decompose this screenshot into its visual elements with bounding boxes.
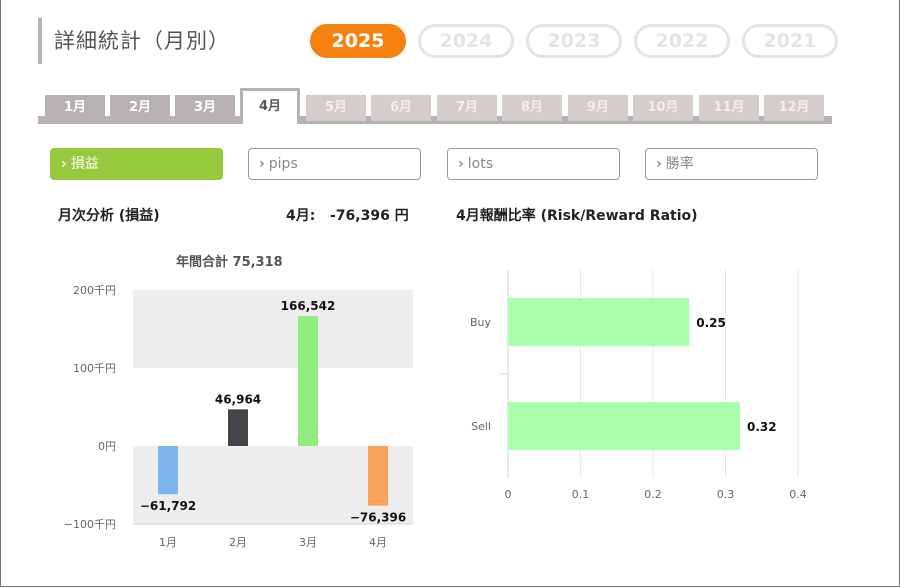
bar <box>228 409 248 446</box>
bar <box>508 402 740 450</box>
month-tab-2[interactable]: 2月 <box>110 95 170 121</box>
current-month-label: 4月: <box>286 208 316 224</box>
page-title-block: 詳細統計（月別） <box>38 18 230 64</box>
bar-value-label: 46,964 <box>215 392 261 406</box>
current-month-value: -76,396 円 <box>330 208 409 224</box>
metric-button-winrate[interactable]: › 勝率 <box>645 148 818 180</box>
bar-value-label: 0.25 <box>696 316 726 330</box>
bar <box>508 298 690 346</box>
metric-label: lots <box>467 156 494 172</box>
metric-button-profit[interactable]: › 損益 <box>50 148 223 180</box>
y-tick-label: Sell <box>471 420 491 433</box>
chevron-right-icon: › <box>61 156 67 172</box>
year-tab-2024[interactable]: 2024 <box>418 24 514 58</box>
x-tick-label: 0 <box>505 488 512 501</box>
y-tick-label: Buy <box>470 316 492 329</box>
year-selector: 2025 2024 2023 2022 2021 <box>310 24 838 58</box>
monthly-profit-chart: 200千円 100千円 0円 −100千円 −61,792 1月 46,964 2月 166,5… <box>64 284 413 549</box>
metric-button-lots[interactable]: › lots <box>447 148 620 180</box>
metric-button-pips[interactable]: › pips <box>248 148 421 180</box>
month-tab-6[interactable]: 6月 <box>371 95 431 121</box>
x-tick-label: 4月 <box>369 536 387 549</box>
month-tab-10[interactable]: 10月 <box>633 95 693 121</box>
month-tab-9[interactable]: 9月 <box>568 95 628 121</box>
bar <box>298 316 318 446</box>
chevron-right-icon: › <box>458 156 464 172</box>
bar-value-label: −76,396 <box>350 511 406 525</box>
month-tab-8[interactable]: 8月 <box>502 95 562 121</box>
month-tab-5[interactable]: 5月 <box>306 95 366 121</box>
annual-total: 年間合計 75,318 <box>176 255 283 270</box>
y-tick-label: −100千円 <box>64 518 116 531</box>
bar-value-label: 0.32 <box>747 420 777 434</box>
metric-label: pips <box>268 156 298 172</box>
rr-ratio-title: 4月報酬比率 (Risk/Reward Ratio) <box>456 208 698 224</box>
x-tick-label: 0.3 <box>717 488 735 501</box>
month-tab-7[interactable]: 7月 <box>437 95 497 121</box>
bar <box>368 446 388 506</box>
x-tick-label: 3月 <box>299 536 317 549</box>
year-tab-2023[interactable]: 2023 <box>526 24 622 58</box>
x-tick-label: 2月 <box>229 536 247 549</box>
risk-reward-chart: 0 0.1 0.2 0.3 0.4 0.25 Buy 0.32 Sell <box>470 270 807 501</box>
x-tick-label: 0.2 <box>644 488 662 501</box>
page-title: 詳細統計（月別） <box>54 29 230 53</box>
x-tick-label: 0.1 <box>572 488 590 501</box>
x-tick-label: 1月 <box>159 536 177 549</box>
metric-label: 損益 <box>70 156 99 172</box>
y-tick-label: 100千円 <box>73 362 116 375</box>
year-tab-2025[interactable]: 2025 <box>310 24 406 58</box>
y-tick-label: 200千円 <box>73 284 116 297</box>
month-tabs: 1月 2月 3月 4月 5月 6月 7月 8月 9月 10月 11月 12月 <box>38 88 832 124</box>
year-tab-2021[interactable]: 2021 <box>742 24 838 58</box>
monthly-analysis-label: 月次分析 (損益) <box>58 208 160 224</box>
month-tab-3[interactable]: 3月 <box>175 95 235 121</box>
chart-band <box>133 290 413 368</box>
month-tab-12[interactable]: 12月 <box>764 95 824 121</box>
bar <box>158 446 178 495</box>
chevron-right-icon: › <box>259 156 265 172</box>
year-tab-2022[interactable]: 2022 <box>634 24 730 58</box>
month-tab-1[interactable]: 1月 <box>45 95 105 121</box>
bar-value-label: −61,792 <box>140 499 196 513</box>
month-tab-11[interactable]: 11月 <box>699 95 759 121</box>
x-tick-label: 0.4 <box>789 488 807 501</box>
metric-label: 勝率 <box>665 156 694 172</box>
bar-value-label: 166,542 <box>281 299 336 313</box>
chevron-right-icon: › <box>656 156 662 172</box>
month-tab-4[interactable]: 4月 <box>240 88 300 124</box>
y-tick-label: 0円 <box>98 440 116 453</box>
